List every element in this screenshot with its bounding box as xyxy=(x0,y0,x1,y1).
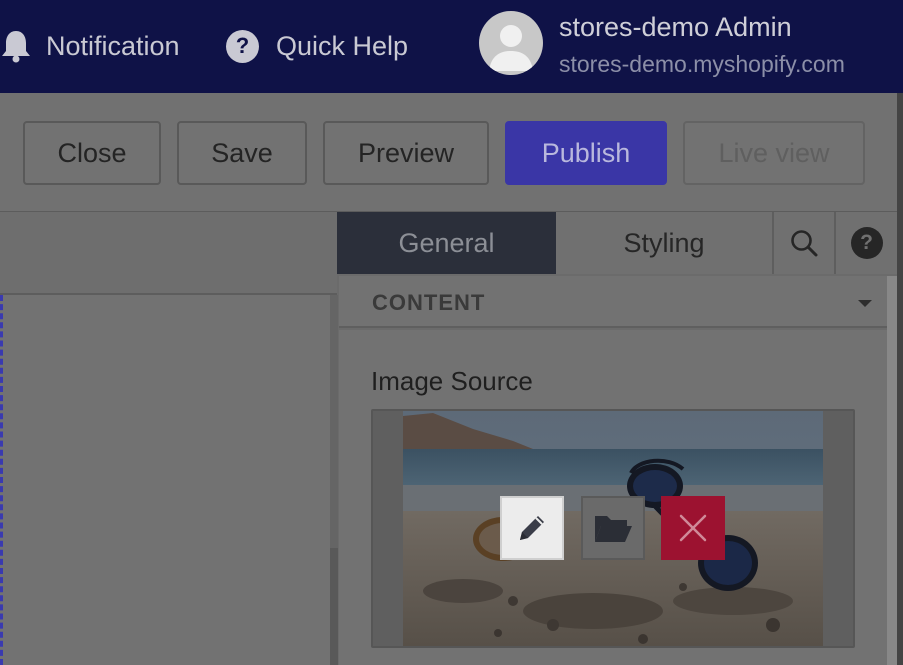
pencil-icon xyxy=(520,516,544,540)
live-view-button[interactable]: Live view xyxy=(683,121,865,185)
canvas-selection-outline xyxy=(0,295,3,665)
store-domain: stores-demo.myshopify.com xyxy=(559,51,845,77)
close-icon xyxy=(679,514,707,542)
search-icon xyxy=(791,230,818,257)
caret-down-icon xyxy=(858,300,872,307)
close-button[interactable]: Close xyxy=(23,121,161,185)
browse-image-button[interactable] xyxy=(581,496,645,560)
tab-general[interactable]: General xyxy=(337,212,556,274)
preview-button[interactable]: Preview xyxy=(323,121,489,185)
image-source-label: Image Source xyxy=(371,366,533,396)
section-title: CONTENT xyxy=(372,290,486,315)
save-button[interactable]: Save xyxy=(177,121,307,185)
notification-link[interactable]: Notification xyxy=(0,26,180,66)
user-silhouette-icon xyxy=(489,25,533,71)
notification-label: Notification xyxy=(46,30,180,61)
bell-icon xyxy=(0,29,32,63)
panel-help-button[interactable]: ? xyxy=(836,212,897,274)
panel-scrollbar[interactable] xyxy=(887,276,897,665)
window-edge xyxy=(897,93,903,665)
avatar[interactable] xyxy=(479,11,543,75)
publish-button[interactable]: Publish xyxy=(505,121,667,185)
editor-toolbar: Close Save Preview Publish Live view xyxy=(0,93,897,212)
edit-image-button[interactable] xyxy=(500,496,564,560)
quick-help-link[interactable]: ? Quick Help xyxy=(226,26,408,66)
canvas-scrollbar-thumb[interactable] xyxy=(330,548,338,665)
canvas-header xyxy=(0,212,337,295)
delete-image-button[interactable] xyxy=(661,496,725,560)
content-section-header[interactable]: CONTENT xyxy=(339,276,887,328)
panel-search-button[interactable] xyxy=(774,212,836,274)
question-circle-icon: ? xyxy=(226,29,259,63)
quick-help-label: Quick Help xyxy=(276,30,409,61)
panel-tabs: General Styling ? xyxy=(337,212,897,274)
folder-open-icon xyxy=(595,516,632,542)
editor-canvas[interactable] xyxy=(0,295,330,665)
user-name: stores-demo Admin xyxy=(559,12,792,42)
question-circle-icon: ? xyxy=(850,227,883,259)
tab-styling[interactable]: Styling xyxy=(556,212,774,274)
top-nav-bar: Notification ? Quick Help stores-demo Ad… xyxy=(0,0,903,93)
